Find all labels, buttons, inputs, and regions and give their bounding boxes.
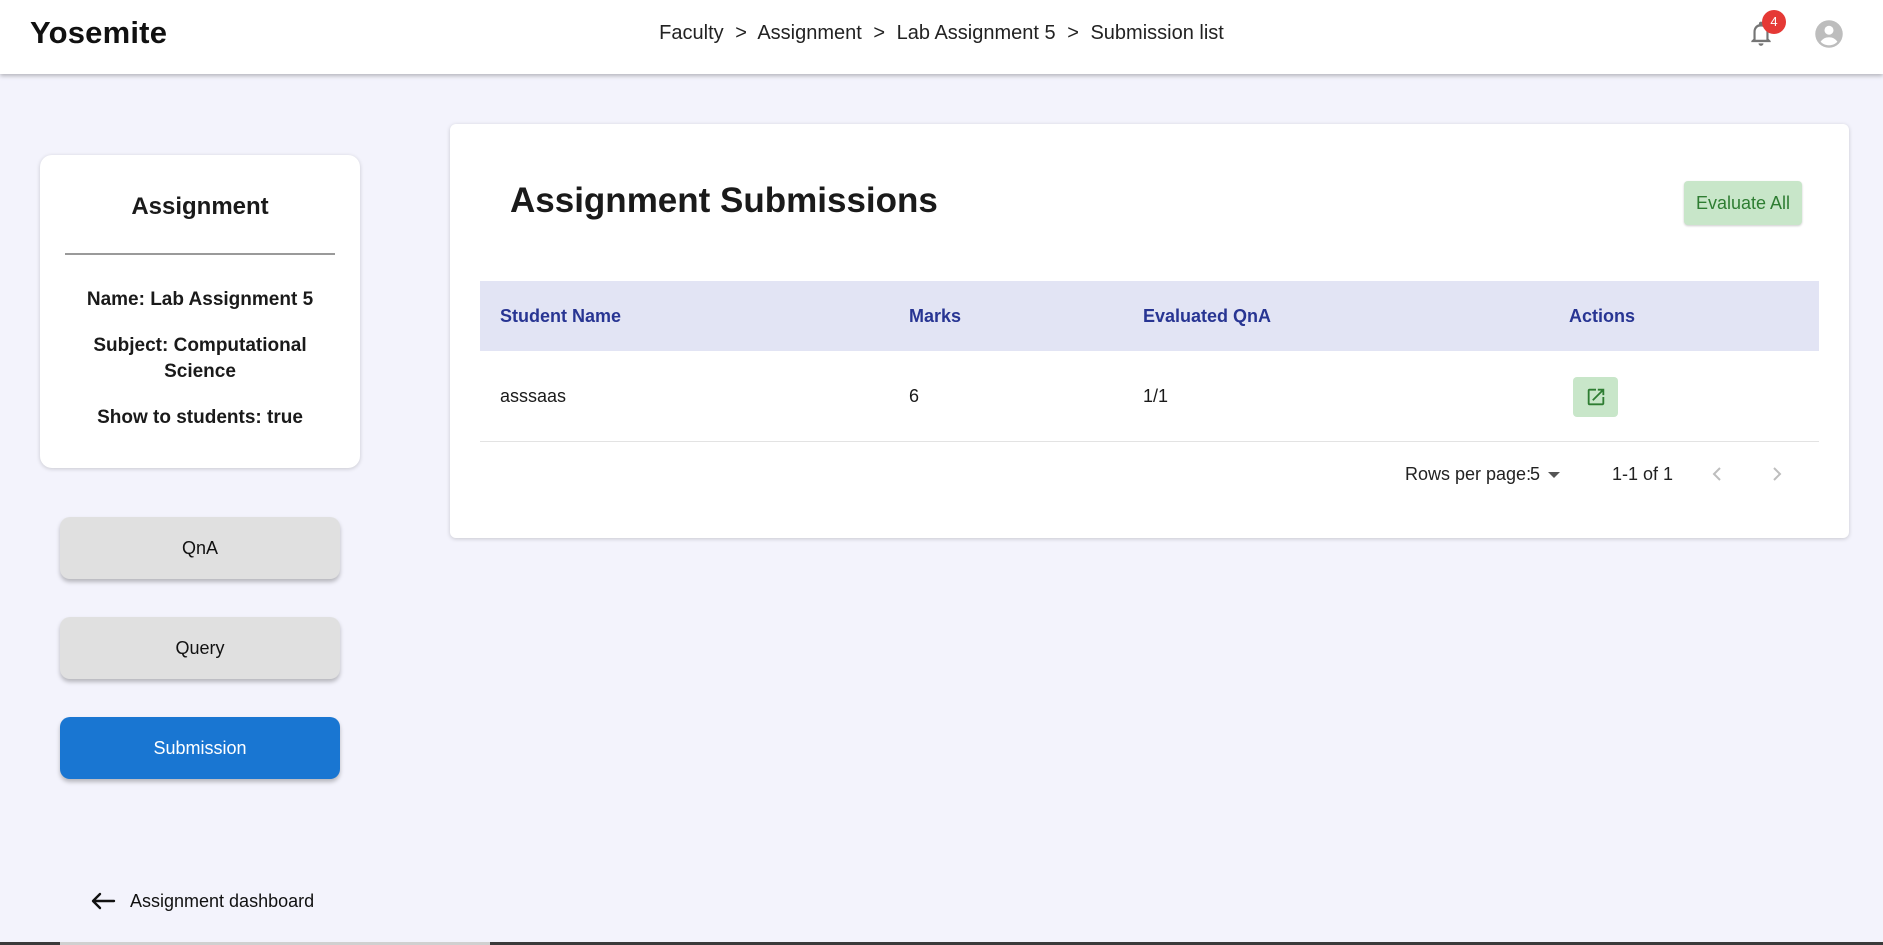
- table-row: asssaas 6 1/1: [480, 351, 1819, 442]
- cell-marks: 6: [909, 386, 920, 406]
- arrow-left-icon: [91, 892, 116, 910]
- cell-student-name: asssaas: [500, 386, 567, 406]
- breadcrumb-item-current: Submission list: [1090, 22, 1224, 44]
- card-divider: [65, 253, 335, 255]
- rows-per-page-label: Rows per page:: [1405, 464, 1532, 484]
- table-header: Student Name Marks Evaluated QnA Actions: [480, 281, 1819, 351]
- assignment-dashboard-link[interactable]: Assignment dashboard: [90, 888, 314, 914]
- next-page-button[interactable]: [1767, 464, 1787, 484]
- cell-evaluated-qna: 1/1: [1143, 386, 1169, 406]
- column-header-actions: Actions: [1569, 306, 1636, 326]
- assignment-name: Name: Lab Assignment 5: [86, 289, 314, 310]
- breadcrumb-item-faculty[interactable]: Faculty: [659, 22, 723, 44]
- submission-button[interactable]: Submission: [60, 717, 340, 779]
- breadcrumb-separator: >: [1067, 22, 1079, 44]
- column-header-student-name[interactable]: Student Name: [500, 281, 621, 351]
- previous-page-button[interactable]: [1707, 464, 1727, 484]
- open-in-new-icon: [1587, 388, 1604, 406]
- submissions-panel: Assignment Submissions Evaluate All Stud…: [450, 124, 1849, 538]
- pagination-range: 1-1 of 1: [1612, 464, 1674, 484]
- breadcrumb: Faculty > Assignment > Lab Assignment 5 …: [0, 22, 1883, 45]
- rows-per-page-value: 5: [1530, 464, 1541, 484]
- chevron-down-icon: [1548, 472, 1561, 479]
- account-circle-icon[interactable]: [1814, 19, 1844, 49]
- app-bar: Yosemite Faculty > Assignment > Lab Assi…: [0, 0, 1883, 74]
- card-title: Assignment: [131, 193, 269, 220]
- page-title: Assignment Submissions: [510, 181, 938, 220]
- back-link-label: Assignment dashboard: [130, 890, 315, 911]
- breadcrumb-separator: >: [873, 22, 886, 44]
- column-header-marks[interactable]: Marks: [909, 281, 961, 351]
- column-header-evaluated-qna[interactable]: Evaluated QnA: [1143, 281, 1271, 351]
- evaluate-all-button[interactable]: Evaluate All: [1684, 181, 1802, 225]
- assignment-info-card: Assignment Name: Lab Assignment 5 Subjec…: [40, 155, 360, 468]
- chevron-left-icon: [1712, 467, 1721, 481]
- assignment-subject: Subject: Computational Science: [93, 335, 307, 382]
- breadcrumb-separator: >: [735, 22, 747, 44]
- open-submission-button[interactable]: [1573, 377, 1618, 417]
- notification-badge: 4: [1762, 10, 1786, 34]
- breadcrumb-item-lab-assignment[interactable]: Lab Assignment 5: [897, 22, 1056, 44]
- query-button[interactable]: Query: [60, 617, 340, 679]
- qna-button[interactable]: QnA: [60, 517, 340, 579]
- chevron-right-icon: [1773, 467, 1782, 481]
- assignment-visibility: Show to students: true: [97, 407, 303, 428]
- breadcrumb-item-assignment[interactable]: Assignment: [757, 22, 862, 44]
- table-pagination: Rows per page: 5 1-1 of 1: [480, 442, 1819, 506]
- rows-per-page-select[interactable]: 5: [1530, 442, 1561, 506]
